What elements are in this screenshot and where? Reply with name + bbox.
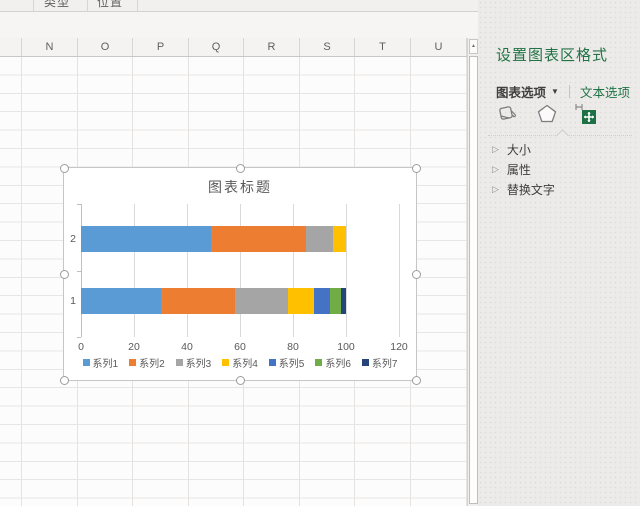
column-header-R[interactable]: R — [244, 38, 300, 56]
ribbon-group-label[interactable]: 类型 — [44, 0, 70, 10]
section-label[interactable]: 替换文字 — [507, 181, 555, 198]
legend-item[interactable]: 系列2 — [129, 355, 165, 370]
legend-label: 系列5 — [279, 355, 305, 370]
category-axis-label[interactable]: 2 — [64, 233, 76, 245]
ribbon-group-label[interactable]: 位置 — [97, 0, 123, 10]
bar-segment-系列3-cat2[interactable] — [306, 226, 333, 252]
scroll-up-button[interactable]: ▲ — [469, 39, 478, 54]
x-axis-label[interactable]: 80 — [278, 341, 308, 353]
tab-text-options[interactable]: 文本选项 — [580, 82, 630, 101]
bar-segment-系列5-cat1[interactable] — [314, 288, 330, 314]
legend-swatch-icon — [315, 359, 322, 366]
column-header-O[interactable]: O — [78, 38, 133, 56]
chart-selection-handle[interactable] — [412, 376, 421, 385]
legend-swatch-icon — [269, 359, 276, 366]
x-axis-label[interactable]: 120 — [384, 341, 414, 353]
expand-triangle-icon[interactable]: ▷ — [492, 164, 499, 175]
value-axis-line — [81, 204, 82, 337]
section-size[interactable]: ▷ 大小 — [492, 141, 531, 158]
legend-label: 系列1 — [93, 355, 119, 370]
legend-label: 系列6 — [325, 355, 351, 370]
section-label[interactable]: 属性 — [507, 161, 531, 178]
column-header-stub[interactable] — [0, 38, 22, 56]
chart-gridline — [346, 204, 347, 337]
legend-item[interactable]: 系列6 — [315, 355, 351, 370]
x-axis-label[interactable]: 20 — [119, 341, 149, 353]
ribbon-separator — [137, 0, 138, 11]
section-label[interactable]: 大小 — [507, 141, 531, 158]
legend-swatch-icon — [176, 359, 183, 366]
column-header-P[interactable]: P — [133, 38, 189, 56]
chart-area[interactable]: 图表标题 02040608010012021 系列1系列2系列3系列4系列5系列… — [63, 167, 417, 381]
selected-icon-caret — [556, 129, 569, 142]
bar-segment-系列3-cat1[interactable] — [235, 288, 288, 314]
legend-label: 系列4 — [232, 355, 258, 370]
bar-segment-系列6-cat1[interactable] — [330, 288, 341, 314]
bar-segment-系列4-cat1[interactable] — [288, 288, 315, 314]
category-axis-label[interactable]: 1 — [64, 295, 76, 307]
chart-selection-handle[interactable] — [236, 164, 245, 173]
section-alt-text[interactable]: ▷ 替换文字 — [492, 181, 555, 198]
column-header-T[interactable]: T — [355, 38, 411, 56]
bar-segment-系列2-cat1[interactable] — [161, 288, 235, 314]
tab-divider — [569, 85, 570, 98]
legend-label: 系列2 — [139, 355, 165, 370]
bar-segment-系列4-cat2[interactable] — [333, 226, 346, 252]
axis-tick — [77, 337, 81, 338]
chart-selection-handle[interactable] — [412, 164, 421, 173]
expand-triangle-icon[interactable]: ▷ — [492, 144, 499, 155]
chart-selection-handle[interactable] — [412, 270, 421, 279]
chart-selection-handle[interactable] — [60, 164, 69, 173]
scrollbar-thumb[interactable] — [469, 56, 478, 504]
bar-segment-系列7-cat1[interactable] — [341, 288, 346, 314]
legend-item[interactable]: 系列3 — [176, 355, 212, 370]
legend-swatch-icon — [83, 359, 90, 366]
legend-item[interactable]: 系列1 — [83, 355, 119, 370]
chart-gridline — [399, 204, 400, 337]
bar-segment-系列1-cat1[interactable] — [81, 288, 161, 314]
chart-title[interactable]: 图表标题 — [64, 177, 416, 197]
legend-label: 系列3 — [186, 355, 212, 370]
effects-icon[interactable] — [533, 100, 561, 128]
grid-line — [21, 57, 22, 506]
legend-swatch-icon — [129, 359, 136, 366]
x-axis-label[interactable]: 100 — [331, 341, 361, 353]
fill-icon[interactable] — [494, 100, 522, 128]
column-headers[interactable]: NOPQRSTU — [0, 38, 467, 57]
section-properties[interactable]: ▷ 属性 — [492, 161, 531, 178]
column-header-S[interactable]: S — [300, 38, 355, 56]
ribbon-separator — [33, 0, 34, 11]
column-header-U[interactable]: U — [411, 38, 467, 56]
legend-item[interactable]: 系列4 — [222, 355, 258, 370]
legend-swatch-icon — [362, 359, 369, 366]
chart-selection-handle[interactable] — [60, 270, 69, 279]
pane-title: 设置图表区格式 — [496, 44, 608, 65]
axis-tick — [77, 204, 81, 205]
tab-chart-options[interactable]: 图表选项 — [496, 82, 546, 101]
expand-triangle-icon[interactable]: ▷ — [492, 184, 499, 195]
format-task-pane: 设置图表区格式 图表选项 ▼ 文本选项 — [478, 0, 640, 506]
ribbon-separator — [87, 0, 88, 11]
chart-gridline — [293, 204, 294, 337]
chart-selection-handle[interactable] — [60, 376, 69, 385]
column-header-N[interactable]: N — [22, 38, 78, 56]
legend-label: 系列7 — [372, 355, 398, 370]
legend-item[interactable]: 系列7 — [362, 355, 398, 370]
chart-gridline — [240, 204, 241, 337]
legend-swatch-icon — [222, 359, 229, 366]
size-properties-icon[interactable] — [572, 100, 600, 128]
axis-tick — [77, 271, 81, 272]
column-header-Q[interactable]: Q — [189, 38, 244, 56]
chart-legend[interactable]: 系列1 系列2 系列3 系列4 系列5 系列6 系列7 — [64, 355, 416, 370]
x-axis-label[interactable]: 60 — [225, 341, 255, 353]
x-axis-label[interactable]: 0 — [66, 341, 96, 353]
bar-segment-系列2-cat2[interactable] — [211, 226, 306, 252]
chart-selection-handle[interactable] — [236, 376, 245, 385]
chart-gridline — [134, 204, 135, 337]
bar-segment-系列1-cat2[interactable] — [81, 226, 211, 252]
legend-item[interactable]: 系列5 — [269, 355, 305, 370]
chevron-down-icon[interactable]: ▼ — [551, 87, 559, 96]
x-axis-label[interactable]: 40 — [172, 341, 202, 353]
chart-gridline — [187, 204, 188, 337]
